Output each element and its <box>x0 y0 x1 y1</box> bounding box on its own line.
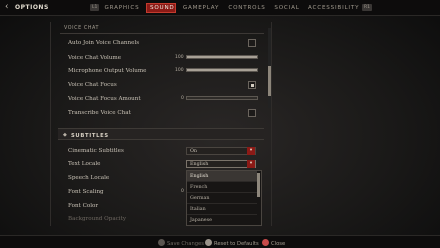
mic-volume-value: 100 <box>175 68 184 73</box>
voice-chat-section-header: VOICE CHAT <box>60 24 264 34</box>
dropdown-scrollbar[interactable] <box>257 173 260 197</box>
tab-controls[interactable]: CONTROLS <box>228 3 266 13</box>
mic-volume-slider[interactable] <box>186 68 258 72</box>
voice-focus-checkbox[interactable] <box>248 81 256 89</box>
back-arrow-icon[interactable]: ‹ <box>5 2 9 12</box>
font-scaling-value: 0 <box>181 189 184 194</box>
next-tab-key-badge[interactable]: R1 <box>362 4 372 11</box>
cinematic-subtitles-value: On <box>190 149 198 154</box>
text-locale-dropdown[interactable]: English ▾ <box>186 160 256 168</box>
panel-scrollbar-thumb[interactable] <box>268 66 271 96</box>
voice-focus-amount-value: 0 <box>181 96 184 101</box>
chevron-down-icon: ▾ <box>247 147 255 155</box>
tab-graphics[interactable]: GRAPHICS <box>104 3 140 13</box>
top-bar: ‹ OPTIONS L1 GRAPHICS SOUND GAMEPLAY CON… <box>0 0 440 16</box>
bottom-hint-bar: Save Changes Reset to Defaults Close <box>0 235 440 248</box>
tab-gameplay[interactable]: GAMEPLAY <box>181 3 221 13</box>
voice-volume-slider[interactable] <box>186 55 258 59</box>
panel-scrollbar[interactable] <box>268 28 271 108</box>
triangle-button-icon <box>205 239 212 246</box>
locale-option-english[interactable]: English <box>187 171 257 182</box>
save-changes-hint[interactable]: Save Changes <box>158 239 204 247</box>
voice-focus-amount-slider[interactable] <box>186 96 258 100</box>
auto-join-checkbox[interactable] <box>248 39 256 47</box>
locale-option-french[interactable]: French <box>187 182 257 193</box>
voice-focus-amount-label: Voice Chat Focus Amount <box>68 96 141 102</box>
locale-option-japanese[interactable]: Japanese <box>187 215 257 225</box>
chevron-down-icon: ▾ <box>247 160 255 168</box>
font-color-label: Font Color <box>68 203 99 209</box>
prev-tab-key-badge[interactable]: L1 <box>90 4 100 11</box>
cinematic-subtitles-label: Cinematic Subtitles <box>68 148 124 154</box>
text-locale-label: Text Locale <box>68 161 101 167</box>
square-button-icon <box>158 239 165 246</box>
speech-locale-label: Speech Locale <box>68 175 110 181</box>
cinematic-subtitles-dropdown[interactable]: On ▾ <box>186 147 256 155</box>
mic-volume-label: Microphone Output Volume <box>68 68 147 74</box>
auto-join-label: Auto Join Voice Channels <box>68 40 140 46</box>
collapse-chevron-icon: ◆ <box>63 132 67 138</box>
voice-focus-label: Voice Chat Focus <box>68 82 117 88</box>
reset-defaults-hint[interactable]: Reset to Defaults <box>205 239 259 247</box>
transcribe-label: Transcribe Voice Chat <box>68 110 131 116</box>
close-hint[interactable]: Close <box>262 239 285 247</box>
voice-volume-label: Voice Chat Volume <box>68 55 122 61</box>
background-opacity-label: Background Opacity <box>68 216 126 222</box>
subtitles-section-header[interactable]: ◆ SUBTITLES <box>58 128 264 140</box>
font-scaling-label: Font Scaling <box>68 189 104 195</box>
tab-accessibility[interactable]: ACCESSIBILITY <box>308 3 359 13</box>
circle-button-icon <box>262 239 269 246</box>
text-locale-options-list: English French German Italian Japanese <box>186 170 262 226</box>
locale-option-german[interactable]: German <box>187 193 257 204</box>
transcribe-checkbox[interactable] <box>248 109 256 117</box>
locale-option-italian[interactable]: Italian <box>187 204 257 215</box>
text-locale-value: English <box>190 162 209 167</box>
voice-volume-value: 100 <box>175 55 184 60</box>
page-title: OPTIONS <box>15 4 49 11</box>
tab-sound[interactable]: SOUND <box>146 3 176 13</box>
tab-social[interactable]: SOCIAL <box>273 3 301 13</box>
